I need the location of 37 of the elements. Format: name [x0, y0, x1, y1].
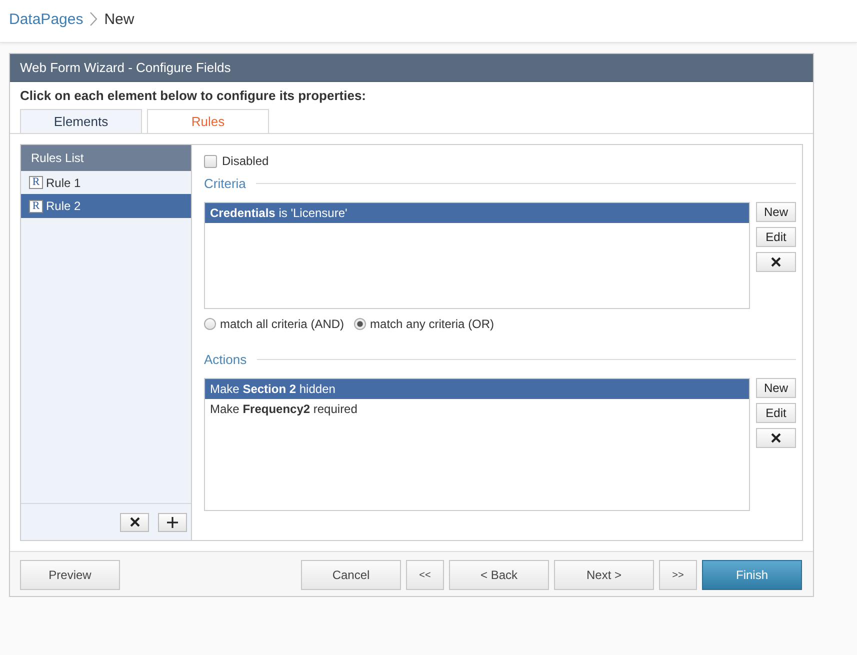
edit-button[interactable]: Edit	[756, 403, 796, 423]
breadcrumb-link[interactable]: DataPages	[9, 10, 84, 28]
close-icon	[771, 433, 781, 443]
rule-list-item[interactable]: R Rule 1	[21, 171, 191, 194]
delete-button[interactable]	[756, 252, 796, 272]
edit-button[interactable]: Edit	[756, 227, 796, 247]
cancel-button[interactable]: Cancel	[301, 560, 401, 590]
radio-option[interactable]: match any criteria (OR)	[354, 316, 494, 332]
last-page-button[interactable]: >>	[659, 560, 697, 590]
checkbox[interactable]	[204, 154, 217, 168]
close-icon	[130, 517, 140, 527]
new-button[interactable]: New	[756, 378, 796, 398]
action-row[interactable]: Make Section 2 hidden	[205, 379, 749, 399]
action-row[interactable]: Make Frequency2 required	[205, 399, 749, 419]
tab[interactable]: Elements	[20, 109, 142, 133]
dialog-title: Web Form Wizard - Configure Fields	[10, 54, 813, 82]
next-button[interactable]: Next >	[554, 560, 654, 590]
radio-button[interactable]	[354, 318, 366, 330]
rules-list-header: Rules List	[21, 145, 191, 171]
breadcrumb-current: New	[104, 10, 134, 28]
section-title: Actions	[204, 352, 247, 366]
new-button[interactable]: New	[756, 202, 796, 222]
instruction-text: Click on each element below to configure its properties:	[20, 87, 366, 104]
chevron-right-icon	[90, 12, 98, 26]
delete-button[interactable]	[120, 512, 149, 532]
first-page-button[interactable]: <<	[406, 560, 444, 590]
radio-button[interactable]	[204, 318, 216, 330]
rule-list-item[interactable]: R Rule 2	[21, 194, 191, 218]
plus-icon	[167, 516, 178, 528]
radio-option[interactable]: match all criteria (AND)	[204, 316, 344, 332]
back-button[interactable]: < Back	[449, 560, 549, 590]
close-icon	[771, 257, 781, 267]
criteria-row[interactable]: Credentials is 'Licensure'	[205, 203, 749, 223]
preview-button[interactable]: Preview	[20, 560, 120, 590]
add-button[interactable]	[158, 512, 187, 532]
section-title: Criteria	[204, 176, 246, 190]
delete-button[interactable]	[756, 428, 796, 448]
